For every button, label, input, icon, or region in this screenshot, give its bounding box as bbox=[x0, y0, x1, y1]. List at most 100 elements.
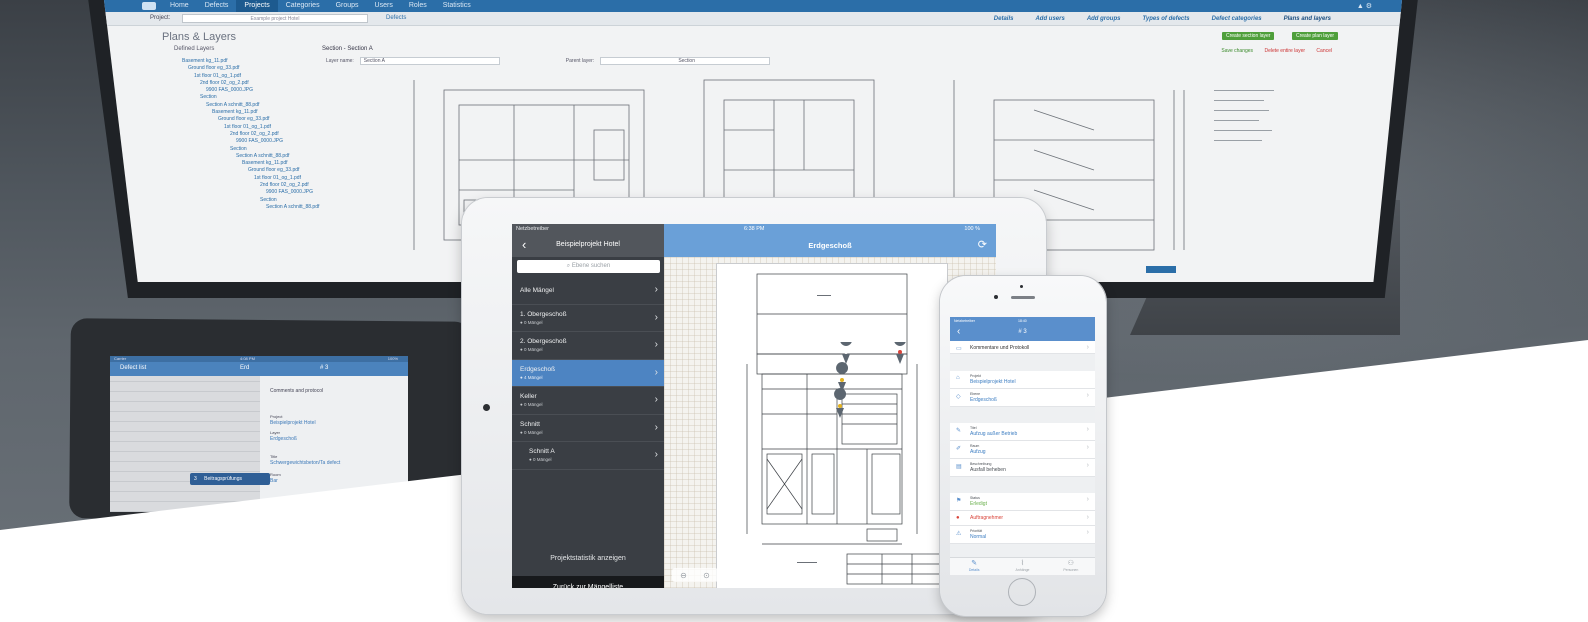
layer-tree-title: Defined Layers bbox=[174, 46, 215, 52]
zoom-icon[interactable]: ⊖ bbox=[680, 571, 687, 580]
building-icon: ⌂ bbox=[956, 375, 960, 381]
priority-row[interactable]: ⚠ Priorität Normal › bbox=[950, 526, 1095, 544]
assignee-row[interactable]: ● Auftragnehmer › bbox=[950, 511, 1095, 526]
tab-details[interactable]: Details bbox=[983, 12, 1025, 26]
bg-title-label: Title bbox=[270, 454, 278, 459]
layer-name-input[interactable]: Section A bbox=[359, 57, 500, 65]
bg-comments-row[interactable]: Comments and protocol bbox=[270, 388, 323, 394]
project-value: Beispielprojekt Hotel bbox=[970, 379, 1016, 385]
bg-defect-chip[interactable]: 3 Beitragsprüfungs bbox=[190, 473, 270, 485]
description-value: Ausfall beheben bbox=[970, 467, 1006, 473]
save-button[interactable] bbox=[1146, 266, 1176, 273]
defect-detail-list: ▭ Kommentare und Protokoll › ⌂ Projekt B… bbox=[950, 341, 1095, 557]
chevron-right-icon: › bbox=[654, 449, 658, 460]
chevron-right-icon: › bbox=[1086, 392, 1089, 399]
iphone-speaker bbox=[1011, 296, 1035, 299]
project-stats-link[interactable]: Projektstatistik anzeigen bbox=[512, 555, 664, 562]
iphone-screen: Netzbetreiber 18:40 ‹ # 3 ▭ Kommentare u… bbox=[950, 317, 1095, 575]
layer-item-count: ● 4 Mängel bbox=[520, 374, 543, 380]
user-settings-icon[interactable]: ▲ ⚙ bbox=[1357, 2, 1372, 10]
project-subbar: Project: Example project Hotel Defects D… bbox=[104, 12, 1402, 26]
create-section-layer-button[interactable]: Create section layer bbox=[1222, 32, 1275, 40]
phone-status-bar: Netzbetreiber 18:40 bbox=[950, 317, 1095, 325]
plan-title: Erdgeschoß bbox=[808, 241, 852, 250]
save-changes-link[interactable]: Save changes bbox=[1221, 48, 1253, 54]
layer-item-all[interactable]: Alle Mängel › bbox=[512, 277, 664, 305]
phone-title: # 3 bbox=[1018, 329, 1027, 335]
bg-nav-bar: Defect list Erd # 3 bbox=[110, 362, 408, 376]
layer-item-schnitt-a[interactable]: Schnitt A ● 0 Mängel › bbox=[512, 442, 664, 470]
iphone-home-button[interactable] bbox=[1008, 578, 1036, 606]
nav-home[interactable]: Home bbox=[162, 0, 197, 12]
layer-item-count: ● 0 Mängel bbox=[520, 402, 543, 407]
web-top-nav: Home Defects Projects Categories Groups … bbox=[104, 0, 1402, 12]
layer-item-schnitt[interactable]: Schnitt ● 0 Mängel › bbox=[512, 415, 664, 442]
layer-item-eg[interactable]: Erdgeschoß ● 4 Mängel › bbox=[512, 359, 664, 387]
parent-layer-select[interactable]: Section bbox=[600, 57, 771, 65]
back-to-defect-list-button[interactable]: Zurück zur Mängelliste bbox=[512, 576, 664, 588]
project-select[interactable]: Example project Hotel bbox=[182, 14, 368, 23]
tab-defect-categories[interactable]: Defect categories bbox=[1201, 12, 1273, 26]
defect-pin[interactable] bbox=[834, 388, 847, 418]
nav-statistics[interactable]: Statistics bbox=[435, 0, 479, 12]
bg-defect-list-title[interactable]: Defect list bbox=[120, 365, 146, 371]
defect-pin[interactable] bbox=[894, 342, 906, 364]
details-icon: ✎ bbox=[971, 560, 978, 567]
location-icon[interactable]: ⊙ bbox=[703, 571, 710, 580]
room-row[interactable]: ✐ Raum Aufzug › bbox=[950, 441, 1095, 459]
layer-list: Alle Mängel › 1. Obergeschoß ● 0 Mängel … bbox=[512, 277, 664, 470]
flag-icon: ⚑ bbox=[956, 498, 962, 504]
chevron-right-icon: › bbox=[1086, 462, 1089, 469]
tab-persons[interactable]: ⚇ Personen bbox=[1047, 558, 1095, 575]
bg-room-label: Room bbox=[270, 472, 281, 477]
tab-label: Details bbox=[968, 568, 980, 572]
description-label: Beschreibung bbox=[970, 462, 992, 466]
layer-item-keller[interactable]: Keller ● 0 Mängel › bbox=[512, 387, 664, 415]
layer-actions: Save changes Delete entire layer Cancel bbox=[1211, 48, 1332, 54]
bg-plan-view bbox=[110, 376, 260, 512]
layer-form: Layer name: Section A Parent layer: Sect… bbox=[326, 57, 771, 65]
tab-plans-and-layers[interactable]: Plans and layers bbox=[1273, 12, 1342, 26]
comments-row[interactable]: ▭ Kommentare und Protokoll › bbox=[950, 341, 1095, 354]
nav-defects[interactable]: Defects bbox=[197, 0, 237, 12]
nav-projects[interactable]: Projects bbox=[236, 0, 278, 12]
phone-time: 18:40 bbox=[1018, 319, 1027, 323]
ipad-screen: Netzbetreiber 6:38 PM 100 % ‹ Beispielpr… bbox=[512, 224, 996, 588]
tab-details[interactable]: ✎ Details bbox=[950, 558, 998, 575]
defects-link[interactable]: Defects bbox=[386, 15, 406, 21]
nav-categories[interactable]: Categories bbox=[278, 0, 328, 12]
tab-types-of-defects[interactable]: Types of defects bbox=[1131, 12, 1200, 26]
project-row[interactable]: ⌂ Projekt Beispielprojekt Hotel bbox=[950, 371, 1095, 389]
layer-item-label: Erdgeschoß bbox=[520, 365, 556, 373]
description-row[interactable]: ▤ Beschreibung Ausfall beheben › bbox=[950, 459, 1095, 477]
defect-pin[interactable] bbox=[836, 362, 849, 392]
delete-layer-link[interactable]: Delete entire layer bbox=[1264, 48, 1305, 54]
chevron-right-icon: › bbox=[1086, 496, 1089, 503]
layer-item-1og[interactable]: 1. Obergeschoß ● 0 Mängel › bbox=[512, 305, 664, 332]
tab-label: Anhänge bbox=[1015, 568, 1030, 572]
cancel-link[interactable]: Cancel bbox=[1316, 48, 1332, 54]
layer-item-label: 1. Obergeschoß bbox=[520, 310, 567, 318]
title-row[interactable]: ✎ Titel Aufzug außer Betrieb › bbox=[950, 423, 1095, 441]
status-row[interactable]: ⚑ Status Erledigt › bbox=[950, 493, 1095, 511]
nav-users[interactable]: Users bbox=[367, 0, 401, 12]
tab-attachments[interactable]: ⌇ Anhänge bbox=[998, 558, 1046, 575]
tab-add-groups[interactable]: Add groups bbox=[1076, 12, 1132, 26]
layer-name-label: Layer name: bbox=[326, 58, 354, 64]
bg-title-value: Schwergewichtsbeton/Ta defect bbox=[270, 460, 341, 466]
nav-groups[interactable]: Groups bbox=[328, 0, 367, 12]
parent-layer-label: Parent layer: bbox=[565, 58, 595, 64]
tab-add-users[interactable]: Add users bbox=[1024, 12, 1075, 26]
bg-carrier: Carrier bbox=[114, 356, 127, 361]
layer-search-input[interactable]: ⌕ Ebene suchen bbox=[517, 260, 660, 273]
chevron-right-icon: › bbox=[654, 366, 658, 378]
defect-pins bbox=[834, 342, 906, 418]
refresh-icon[interactable]: ⟳ bbox=[978, 238, 987, 251]
chevron-right-icon: › bbox=[654, 421, 658, 433]
project-tabs: Details Add users Add groups Types of de… bbox=[983, 12, 1342, 26]
create-plan-layer-button[interactable]: Create plan layer bbox=[1292, 32, 1339, 40]
layer-item-2og[interactable]: 2. Obergeschoß ● 0 Mängel › bbox=[512, 332, 664, 360]
nav-roles[interactable]: Roles bbox=[401, 0, 435, 12]
defect-pin[interactable] bbox=[840, 342, 852, 364]
layer-row[interactable]: ◇ Ebene Erdgeschoß › bbox=[950, 389, 1095, 407]
